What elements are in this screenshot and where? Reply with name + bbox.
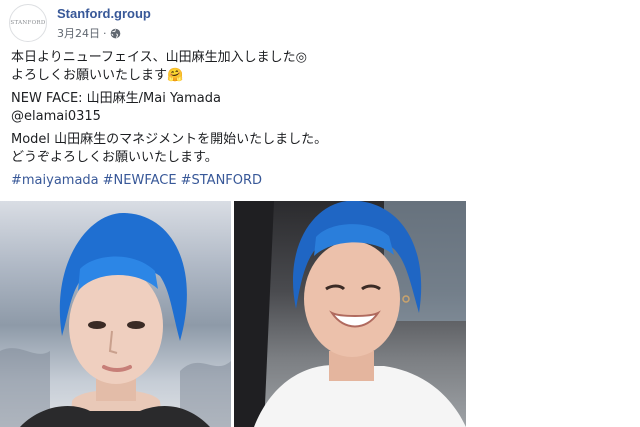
message-paragraph-1: 本日よりニューフェイス、山田麻生加入しました◎ よろしくお願いいたします🤗 (11, 49, 620, 84)
message-line: どうぞよろしくお願いいたします。 (11, 149, 218, 165)
post-date[interactable]: 3月24日 (57, 25, 100, 41)
page-name[interactable]: Stanford.group (57, 6, 151, 21)
avatar[interactable]: STANFORD (9, 4, 47, 42)
portrait-photo-2 (234, 201, 466, 427)
photo-grid (0, 201, 466, 427)
post-message: 本日よりニューフェイス、山田麻生加入しました◎ よろしくお願いいたします🤗 NE… (11, 49, 620, 190)
post-photo-1[interactable] (0, 201, 231, 427)
message-line: よろしくお願いいたします🤗 (11, 67, 184, 83)
hashtag-link[interactable]: #maiyamada (11, 173, 99, 188)
globe-icon[interactable] (110, 28, 121, 39)
post-photo-2[interactable] (234, 201, 466, 427)
portrait-photo-1 (0, 212, 231, 427)
message-line: 本日よりニューフェイス、山田麻生加入しました◎ (11, 50, 307, 65)
hashtag-list: #maiyamada #NEWFACE #STANFORD (11, 172, 620, 190)
message-line: NEW FACE: 山田麻生/Mai Yamada (11, 91, 221, 106)
avatar-logo-text: STANFORD (10, 20, 46, 26)
message-paragraph-2: NEW FACE: 山田麻生/Mai Yamada @elamai0315 (11, 90, 620, 125)
mention-link[interactable]: @elamai0315 (11, 108, 620, 126)
hashtag-link[interactable]: #NEWFACE (103, 173, 177, 188)
message-line: Model 山田麻生のマネジメントを開始いたしました。 (11, 132, 328, 147)
message-paragraph-3: Model 山田麻生のマネジメントを開始いたしました。 どうぞよろしくお願いいた… (11, 131, 620, 166)
post-meta: 3月24日 · (57, 25, 121, 41)
hashtag-link[interactable]: #STANFORD (181, 173, 262, 188)
meta-separator: · (103, 26, 107, 40)
